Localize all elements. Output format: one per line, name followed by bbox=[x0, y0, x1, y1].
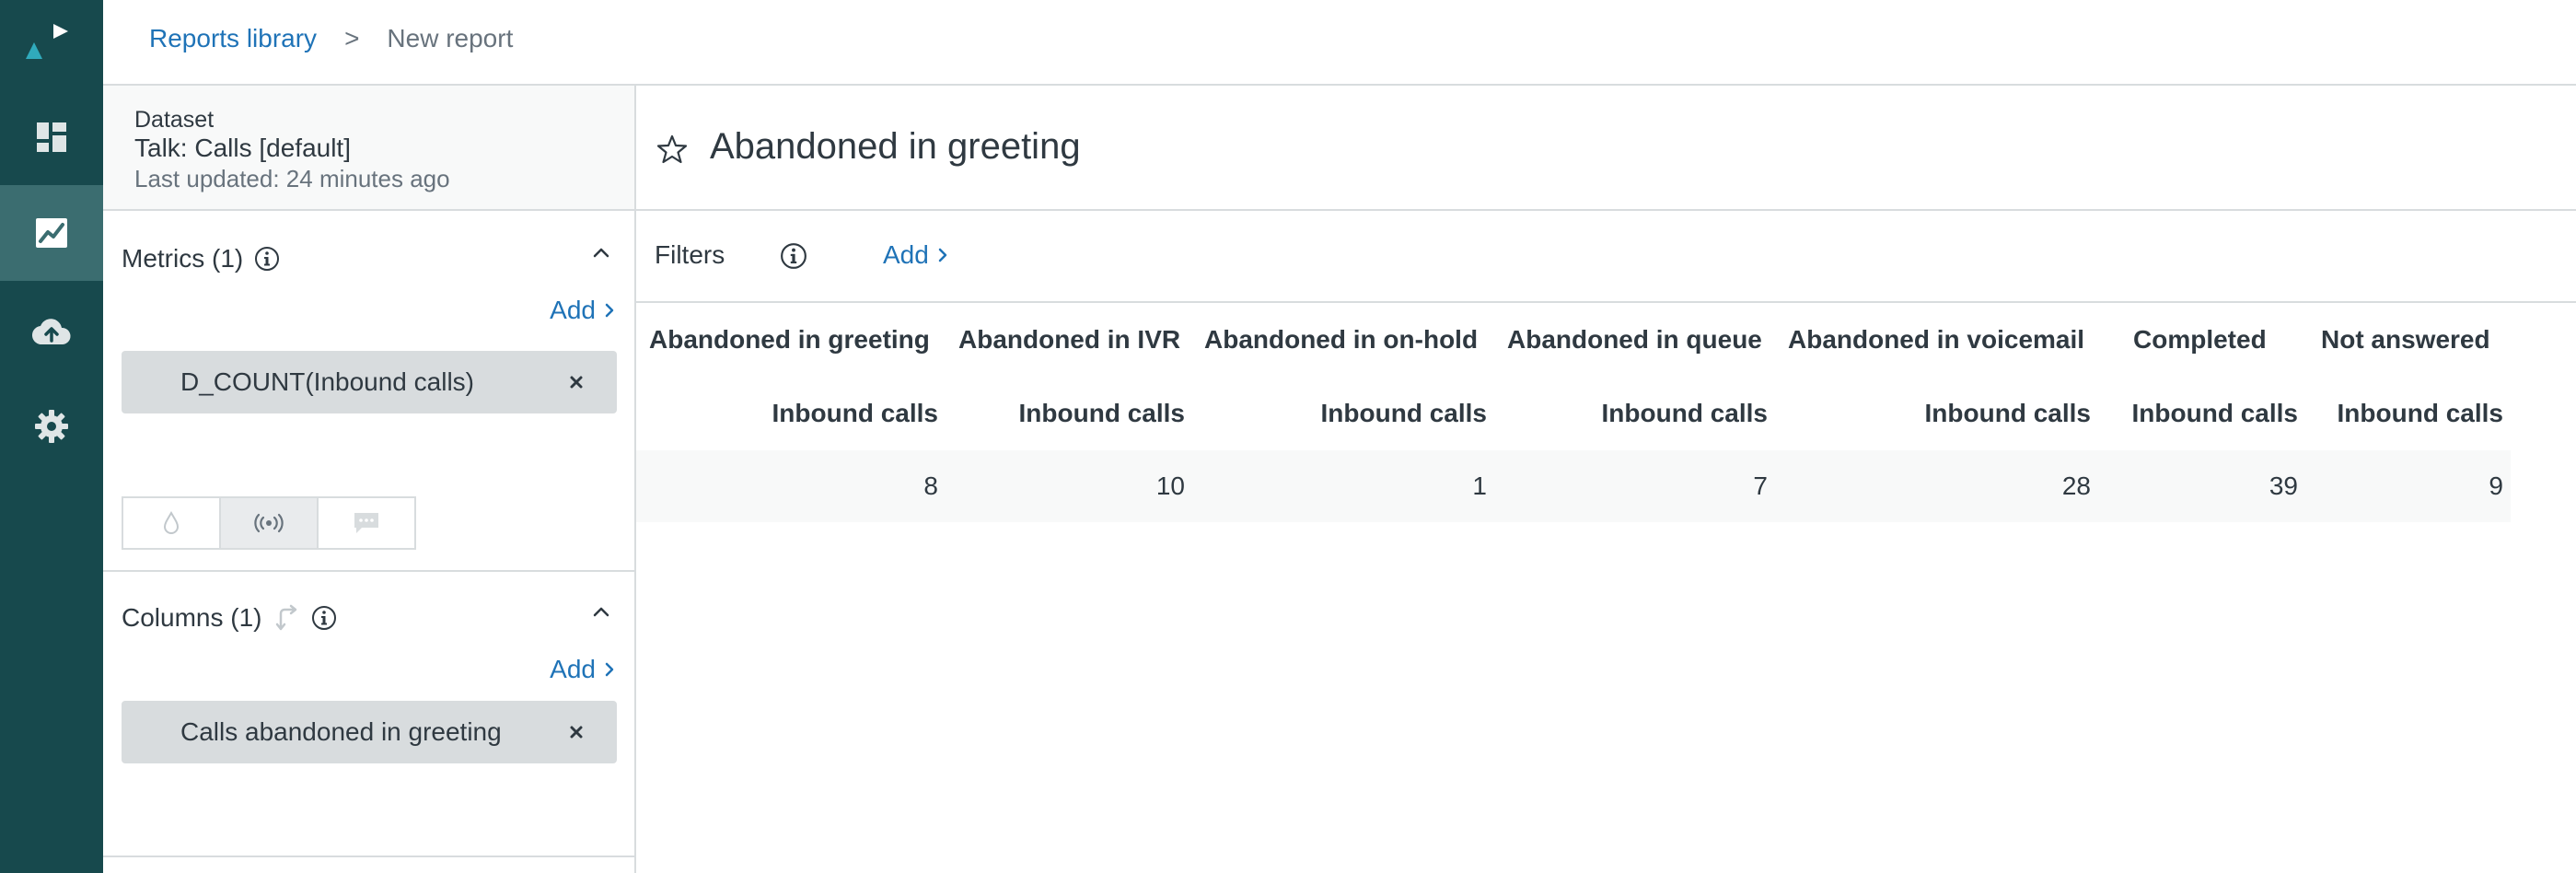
broadcast-icon bbox=[254, 513, 284, 533]
viz-drop-button[interactable] bbox=[122, 496, 221, 550]
metrics-section-title: Metrics (1) bbox=[122, 244, 280, 274]
column-header: Not answered bbox=[2321, 325, 2490, 354]
breadcrumb-separator: > bbox=[344, 24, 360, 52]
dataset-label: Dataset bbox=[134, 107, 215, 133]
dataset-info[interactable]: Dataset Talk: Calls [default] Last updat… bbox=[103, 86, 634, 211]
table-cell: 28 bbox=[2061, 471, 2091, 500]
filters-add-button[interactable]: Add bbox=[883, 240, 949, 270]
table-row: 8 10 1 7 28 39 9 bbox=[636, 450, 2511, 522]
breadcrumb: Reports library > New report bbox=[149, 24, 513, 53]
column-subheader: Inbound calls bbox=[1320, 399, 1487, 427]
product-logo[interactable] bbox=[0, 0, 103, 87]
breadcrumb-current: New report bbox=[387, 24, 514, 52]
reports-chart-icon bbox=[36, 218, 67, 248]
gear-icon bbox=[35, 410, 68, 443]
filters-add-label: Add bbox=[883, 240, 929, 269]
dashboard-icon bbox=[37, 122, 66, 152]
info-icon[interactable] bbox=[311, 605, 337, 631]
remove-column-close-icon[interactable] bbox=[567, 723, 586, 741]
metrics-add-label: Add bbox=[550, 296, 596, 324]
section-divider bbox=[103, 570, 634, 572]
chevron-right-icon bbox=[605, 303, 614, 318]
column-pill[interactable]: Calls abandoned in greeting bbox=[122, 701, 617, 763]
metrics-add-button[interactable]: Add bbox=[550, 296, 616, 325]
nav-rail bbox=[0, 0, 103, 873]
nav-item-reports[interactable] bbox=[0, 185, 103, 281]
column-header: Abandoned in on-hold bbox=[1204, 325, 1479, 354]
columns-add-label: Add bbox=[550, 655, 596, 683]
table-cell: 7 bbox=[1753, 471, 1768, 500]
breadcrumb-reports-library-link[interactable]: Reports library bbox=[149, 24, 317, 53]
app-root: Reports library > New report Dataset Tal… bbox=[0, 0, 2576, 873]
chevron-right-icon bbox=[605, 662, 614, 677]
viz-broadcast-button[interactable] bbox=[219, 496, 319, 550]
top-bar: Reports library > New report bbox=[103, 0, 2576, 86]
info-icon[interactable] bbox=[780, 242, 807, 270]
report-main: Abandoned in greeting Filters Add Abando… bbox=[636, 86, 2576, 873]
table-cell: 10 bbox=[1155, 471, 1185, 500]
info-icon[interactable] bbox=[254, 246, 280, 272]
filters-label: Filters bbox=[655, 240, 725, 269]
column-header: Completed bbox=[2133, 325, 2267, 354]
comment-icon bbox=[354, 513, 378, 533]
swap-arrows-icon[interactable] bbox=[273, 604, 300, 632]
column-header: Abandoned in voicemail bbox=[1788, 325, 2085, 354]
column-subheader: Inbound calls bbox=[2131, 399, 2298, 427]
table-cell: 1 bbox=[1472, 471, 1487, 500]
column-header: Abandoned in IVR bbox=[958, 325, 1181, 354]
report-title[interactable]: Abandoned in greeting bbox=[710, 126, 1081, 168]
metric-pill-label: D_COUNT(Inbound calls) bbox=[180, 367, 474, 396]
table-cell: 9 bbox=[2489, 471, 2503, 500]
dataset-name: Talk: Calls [default] bbox=[134, 134, 351, 162]
metrics-title: Metrics (1) bbox=[122, 244, 244, 273]
column-subheader: Inbound calls bbox=[1924, 399, 2091, 427]
columns-title: Columns (1) bbox=[122, 603, 262, 632]
drop-icon bbox=[163, 510, 180, 534]
table-cell: 39 bbox=[2269, 471, 2298, 500]
columns-add-button[interactable]: Add bbox=[550, 655, 616, 684]
section-divider bbox=[103, 856, 634, 857]
dataset-last-updated: Last updated: 24 minutes ago bbox=[134, 165, 450, 192]
star-favorite-icon[interactable] bbox=[656, 134, 688, 165]
filters-bar: Filters Add bbox=[636, 211, 2576, 303]
column-subheader: Inbound calls bbox=[1601, 399, 1768, 427]
metric-pill[interactable]: D_COUNT(Inbound calls) bbox=[122, 351, 617, 413]
table-cell: 8 bbox=[923, 471, 938, 500]
viz-comment-button[interactable] bbox=[317, 496, 416, 550]
nav-item-upload[interactable] bbox=[0, 283, 103, 378]
visualization-toggle-group bbox=[122, 496, 416, 550]
report-title-row: Abandoned in greeting bbox=[636, 86, 2576, 211]
column-subheader: Inbound calls bbox=[772, 399, 938, 427]
chevron-right-icon bbox=[938, 248, 947, 262]
column-subheader: Inbound calls bbox=[1018, 399, 1185, 427]
column-header: Abandoned in queue bbox=[1507, 325, 1762, 354]
explore-logo-icon bbox=[26, 24, 68, 59]
columns-section-title: Columns (1) bbox=[122, 603, 337, 633]
chevron-up-icon[interactable] bbox=[590, 242, 612, 264]
column-subheader: Inbound calls bbox=[2337, 399, 2503, 427]
column-header: Abandoned in greeting bbox=[649, 325, 930, 354]
nav-item-dashboard[interactable] bbox=[0, 89, 103, 185]
nav-item-settings[interactable] bbox=[0, 378, 103, 474]
column-pill-label: Calls abandoned in greeting bbox=[180, 717, 502, 746]
chevron-up-icon[interactable] bbox=[590, 601, 612, 623]
cloud-upload-icon bbox=[31, 319, 71, 345]
report-builder-panel: Dataset Talk: Calls [default] Last updat… bbox=[103, 86, 636, 873]
remove-metric-close-icon[interactable] bbox=[567, 373, 586, 391]
